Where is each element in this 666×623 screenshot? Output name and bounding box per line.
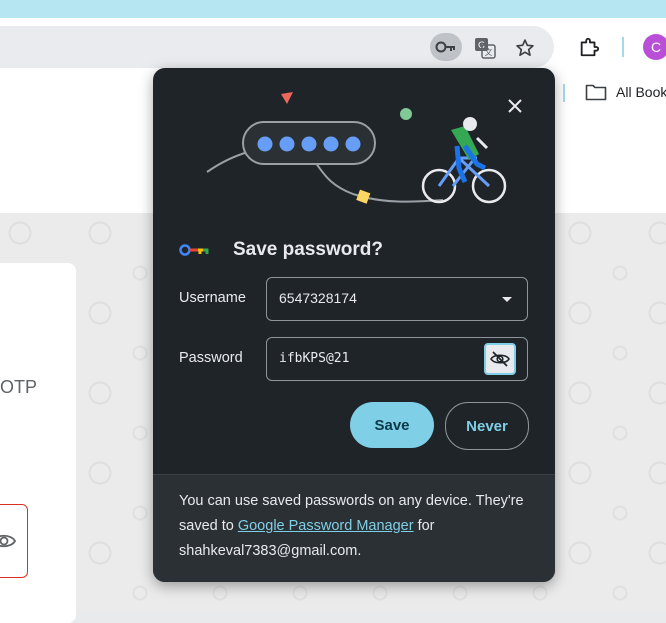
extensions-icon [580,37,600,57]
popup-footer: You can use saved passwords on any devic… [153,474,555,582]
chevron-down-icon [502,297,512,302]
folder-icon [585,84,607,101]
password-field[interactable]: ifbKPS@21 [266,337,528,381]
popup-title-row: Save password? [179,239,383,261]
translate-icon: G 文 [475,38,496,59]
password-value: ifbKPS@21 [279,351,350,366]
profile-avatar[interactable]: C [643,34,666,60]
eye-icon[interactable] [0,532,16,550]
toggle-password-visibility-button[interactable] [484,343,516,375]
all-bookmarks-label: All Book [616,84,666,100]
password-key-button[interactable] [430,33,462,61]
username-select[interactable]: 6547328174 [266,277,528,321]
save-button[interactable]: Save [350,402,434,448]
address-bar[interactable] [0,26,554,68]
password-manager-link[interactable]: Google Password Manager [238,518,414,534]
never-button[interactable]: Never [445,402,529,450]
footer-text: You can use saved passwords on any devic… [179,489,539,564]
password-illustration [206,92,507,204]
translate-button[interactable]: G 文 [472,35,498,61]
bookmark-star-button[interactable] [512,35,538,61]
popup-title: Save password? [233,239,383,260]
bookmarks-divider [563,84,565,102]
footer-text-part2: for [413,518,435,534]
username-value: 6547328174 [279,290,357,306]
eye-off-icon [490,351,510,367]
svg-text:文: 文 [485,47,493,57]
all-bookmarks-folder[interactable]: All Book [585,83,666,101]
otp-text: OTP [0,377,38,397]
toolbar-divider [622,37,624,57]
avatar-letter: C [650,39,662,55]
google-key-icon [179,244,209,256]
account-email: shahkeval7383@gmail.com. [179,543,362,559]
username-label: Username [179,290,246,306]
extensions-button[interactable] [575,33,603,61]
password-label: Password [179,350,243,366]
window-top-strip [0,0,666,18]
save-password-popup: Save password? Username 6547328174 Passw… [153,68,555,582]
password-key-icon [435,41,455,53]
star-icon [516,39,534,57]
